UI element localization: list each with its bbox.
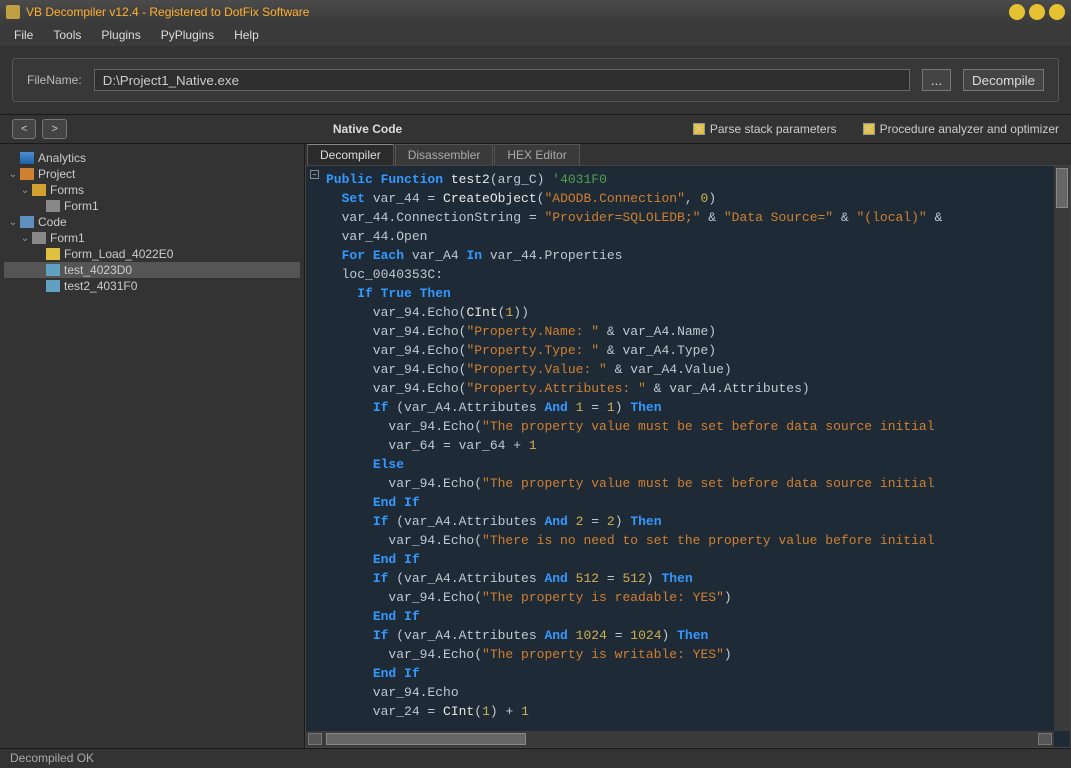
project-icon xyxy=(20,168,34,180)
tree-form1[interactable]: Form1 xyxy=(4,198,300,214)
menu-pyplugins[interactable]: PyPlugins xyxy=(151,26,224,44)
tree-label: Form1 xyxy=(64,199,99,213)
tree-label: Analytics xyxy=(38,151,86,165)
tab-disassembler[interactable]: Disassembler xyxy=(395,144,494,165)
close-button[interactable] xyxy=(1049,4,1065,20)
status-text: Decompiled OK xyxy=(10,751,94,765)
menu-bar: File Tools Plugins PyPlugins Help xyxy=(0,24,1071,46)
checkbox-parse-stack[interactable]: ✕ Parse stack parameters xyxy=(693,122,837,136)
function-icon xyxy=(46,264,60,276)
tree-label: Form1 xyxy=(50,231,85,245)
nav-row: < > Native Code ✕ Parse stack parameters… xyxy=(0,115,1071,144)
tree-analytics[interactable]: Analytics xyxy=(4,150,300,166)
checkbox-label: Procedure analyzer and optimizer xyxy=(880,122,1059,136)
editor-tabs: Decompiler Disassembler HEX Editor xyxy=(305,144,1071,165)
tree-label: Project xyxy=(38,167,75,181)
tree-fn-test[interactable]: test_4023D0 xyxy=(4,262,300,278)
function-icon xyxy=(46,280,60,292)
tree-project[interactable]: ⌄ Project xyxy=(4,166,300,182)
tree-fn-test2[interactable]: test2_4031F0 xyxy=(4,278,300,294)
checkbox-proc-analyzer[interactable]: ✕ Procedure analyzer and optimizer xyxy=(863,122,1059,136)
checkbox-icon: ✕ xyxy=(693,123,705,135)
horizontal-scrollbar[interactable] xyxy=(306,731,1054,747)
expand-icon[interactable]: ⌄ xyxy=(18,233,32,244)
checkbox-label: Parse stack parameters xyxy=(710,122,837,136)
main-area: Analytics ⌄ Project ⌄ Forms Form1 ⌄ Code ⌄ F… xyxy=(0,144,1071,748)
decompile-button[interactable]: Decompile xyxy=(963,69,1044,91)
scroll-thumb[interactable] xyxy=(326,733,526,745)
tree-code[interactable]: ⌄ Code xyxy=(4,214,300,230)
tree-label: Code xyxy=(38,215,67,229)
vertical-scrollbar[interactable] xyxy=(1054,166,1070,731)
editor-area: Decompiler Disassembler HEX Editor − Pub… xyxy=(305,144,1071,748)
folder-icon xyxy=(32,184,46,196)
stats-icon xyxy=(20,152,34,164)
expand-icon[interactable]: ⌄ xyxy=(6,217,20,228)
form-icon xyxy=(46,200,60,212)
app-icon xyxy=(6,5,20,19)
file-toolbar: FileName: ... Decompile xyxy=(0,46,1071,115)
tab-hex[interactable]: HEX Editor xyxy=(494,144,579,165)
function-icon xyxy=(46,248,60,260)
expand-icon[interactable]: ⌄ xyxy=(6,169,20,180)
scroll-right-icon[interactable] xyxy=(1038,733,1052,745)
tree-label: test_4023D0 xyxy=(64,263,132,277)
panel-title: Native Code xyxy=(333,122,402,136)
menu-help[interactable]: Help xyxy=(224,26,269,44)
code-icon xyxy=(20,216,34,228)
nav-forward-button[interactable]: > xyxy=(42,119,66,139)
form-icon xyxy=(32,232,46,244)
nav-back-button[interactable]: < xyxy=(12,119,36,139)
scroll-left-icon[interactable] xyxy=(308,733,322,745)
filename-input[interactable] xyxy=(94,69,910,91)
checkbox-icon: ✕ xyxy=(863,123,875,135)
scroll-thumb[interactable] xyxy=(1056,168,1068,208)
fold-icon[interactable]: − xyxy=(310,170,319,179)
code-view[interactable]: − Public Function test2(arg_C) '4031F0 S… xyxy=(305,165,1071,748)
project-tree[interactable]: Analytics ⌄ Project ⌄ Forms Form1 ⌄ Code ⌄ F… xyxy=(0,144,305,748)
filename-label: FileName: xyxy=(27,73,82,87)
minimize-button[interactable] xyxy=(1009,4,1025,20)
status-bar: Decompiled OK xyxy=(0,748,1071,768)
menu-plugins[interactable]: Plugins xyxy=(91,26,150,44)
menu-tools[interactable]: Tools xyxy=(43,26,91,44)
file-toolbar-box: FileName: ... Decompile xyxy=(12,58,1059,102)
menu-file[interactable]: File xyxy=(4,26,43,44)
tree-label: Forms xyxy=(50,183,84,197)
maximize-button[interactable] xyxy=(1029,4,1045,20)
title-bar: VB Decompiler v12.4 - Registered to DotF… xyxy=(0,0,1071,24)
tree-forms[interactable]: ⌄ Forms xyxy=(4,182,300,198)
tree-code-form1[interactable]: ⌄ Form1 xyxy=(4,230,300,246)
tab-decompiler[interactable]: Decompiler xyxy=(307,144,394,165)
tree-label: Form_Load_4022E0 xyxy=(64,247,173,261)
window-title: VB Decompiler v12.4 - Registered to DotF… xyxy=(26,5,1005,19)
tree-label: test2_4031F0 xyxy=(64,279,137,293)
tree-fn-formload[interactable]: Form_Load_4022E0 xyxy=(4,246,300,262)
browse-button[interactable]: ... xyxy=(922,69,951,91)
code-content[interactable]: Public Function test2(arg_C) '4031F0 Set… xyxy=(306,166,1070,725)
expand-icon[interactable]: ⌄ xyxy=(18,185,32,196)
